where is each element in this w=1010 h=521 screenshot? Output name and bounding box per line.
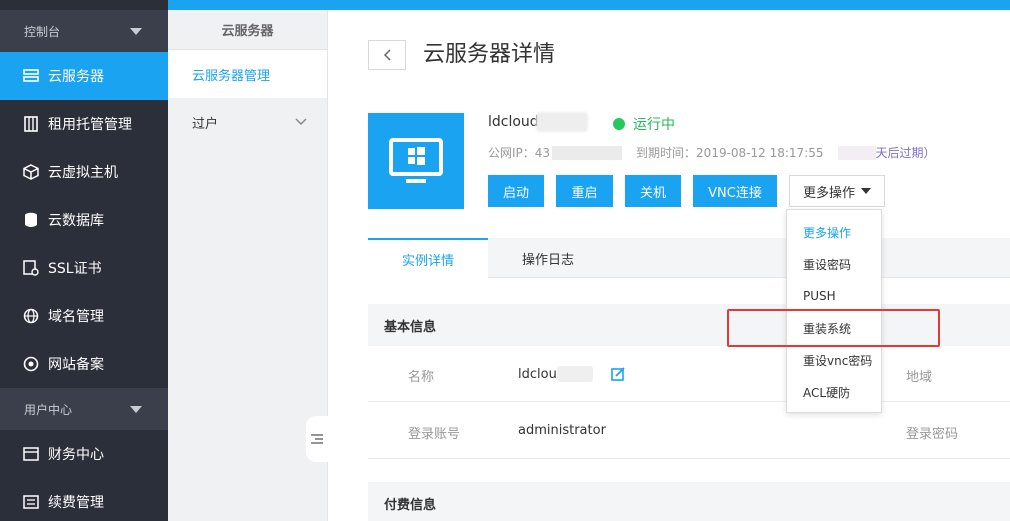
subnav-title: 云服务器	[168, 10, 327, 50]
cube-icon	[22, 163, 40, 181]
name-label: 名称	[408, 370, 435, 385]
nav-section-label: 用户中心	[24, 402, 73, 417]
server-name: ldcloud	[488, 114, 539, 130]
chevron-left-icon	[383, 49, 391, 61]
region-label: 地域	[906, 370, 933, 385]
page-title: 云服务器详情	[423, 42, 556, 67]
sidebar-item-ssl[interactable]: SSL证书	[0, 244, 168, 292]
sidebar-item-virtual-host[interactable]: 云虚拟主机	[0, 148, 168, 196]
password-label: 登录密码	[906, 427, 959, 442]
windows-monitor-icon	[389, 138, 443, 183]
subnav-item-label: 过户	[192, 116, 219, 132]
redacted-area	[552, 145, 623, 160]
tab-instance-details[interactable]: 实例详情	[368, 238, 488, 278]
sidebar-item-domain[interactable]: 域名管理	[0, 292, 168, 340]
dropdown-item-more-actions[interactable]: 更多操作	[787, 216, 881, 248]
finance-icon	[22, 445, 40, 463]
status-badge: 运行中	[613, 114, 675, 134]
sidebar-item-label: 财务中心	[48, 447, 104, 463]
nav-section-console[interactable]: 控制台	[0, 10, 168, 52]
renew-icon	[22, 493, 40, 511]
chevron-down-icon	[295, 118, 307, 126]
dropdown-item-acl-firewall[interactable]: ACL硬防	[787, 376, 881, 408]
main-content: 云服务器详情 ldcloud 运行中 公网IP：43 到期时间：2019-08-…	[328, 10, 1010, 521]
more-actions-label: 更多操作	[802, 185, 855, 201]
restart-button[interactable]: 重启	[556, 175, 613, 207]
certificate-icon	[22, 259, 40, 277]
account-value: administrator	[518, 423, 606, 438]
top-strip-left	[0, 0, 168, 10]
info-row-account: 登录账号 administrator 登录密码	[368, 403, 1010, 459]
subnav-item-transfer[interactable]: 过户	[168, 98, 327, 146]
record-icon	[22, 355, 40, 373]
sidebar-item-label: 租用托管管理	[48, 117, 132, 133]
server-meta: 公网IP：43 到期时间：2019-08-12 18:17:55 天后过期）	[488, 144, 936, 161]
more-actions-button[interactable]: 更多操作	[789, 175, 885, 207]
sidebar-collapse-handle[interactable]	[306, 416, 328, 462]
sidebar-item-label: 网站备案	[48, 357, 104, 373]
expire-label: 到期时间：2019-08-12 18:17:55	[636, 146, 824, 160]
expire-hint: 天后过期）	[875, 146, 936, 160]
database-icon	[22, 211, 40, 229]
info-row-name: 名称 ldclou 地域	[368, 346, 1010, 402]
sidebar-item-renewal[interactable]: 续费管理	[0, 478, 168, 521]
nav-section-user-center[interactable]: 用户中心	[0, 388, 168, 430]
vnc-connect-button[interactable]: VNC连接	[693, 175, 777, 207]
edit-icon[interactable]	[611, 367, 625, 381]
status-dot	[613, 118, 625, 130]
sidebar-item-database[interactable]: 云数据库	[0, 196, 168, 244]
sidebar-item-label: 云虚拟主机	[48, 165, 118, 181]
sidebar-item-hosting[interactable]: 租用托管管理	[0, 100, 168, 148]
name-value-wrap: ldclou	[518, 366, 625, 382]
ip-label: 公网IP：43	[488, 146, 551, 160]
account-label: 登录账号	[408, 427, 461, 442]
caret-down-icon	[130, 405, 142, 413]
start-button[interactable]: 启动	[488, 175, 544, 207]
sub-sidebar: 云服务器 云服务器管理 过户	[168, 10, 328, 521]
globe-icon	[22, 307, 40, 325]
dropdown-item-reset-password[interactable]: 重设密码	[787, 248, 881, 280]
sidebar-item-label: 域名管理	[48, 309, 104, 325]
sidebar-item-label: 云服务器	[48, 69, 104, 85]
billing-info-header: 付费信息	[368, 482, 1010, 521]
status-text: 运行中	[633, 117, 675, 133]
sidebar-item-finance[interactable]: 财务中心	[0, 430, 168, 478]
sidebar-item-icp-record[interactable]: 网站备案	[0, 340, 168, 388]
menu-collapse-icon	[311, 434, 323, 444]
dropdown-item-reset-vnc-password[interactable]: 重设vnc密码	[787, 344, 881, 376]
back-button[interactable]	[368, 40, 406, 70]
highlight-box	[727, 309, 940, 347]
sidebar-item-label: SSL证书	[48, 261, 102, 277]
nav-section-label: 控制台	[24, 24, 61, 39]
main-sidebar: 控制台 云服务器 租用托管管理 云虚拟主机 云数据库 SSL证书 域名管理 网站…	[0, 10, 168, 521]
redacted-area	[556, 366, 593, 382]
sidebar-item-label: 续费管理	[48, 495, 104, 511]
detail-tabs: 实例详情 操作日志	[368, 238, 1010, 278]
redacted-area	[536, 112, 588, 132]
redacted-area	[837, 145, 876, 160]
name-value: ldclou	[518, 366, 557, 382]
tab-operation-log[interactable]: 操作日志	[488, 238, 608, 278]
server-list-icon	[22, 67, 40, 85]
sidebar-item-cloud-server[interactable]: 云服务器	[0, 52, 168, 100]
subnav-item-label: 云服务器管理	[192, 68, 271, 84]
dropdown-item-push[interactable]: PUSH	[787, 280, 881, 312]
server-thumbnail	[368, 113, 464, 209]
caret-down-icon	[130, 27, 142, 35]
action-toolbar: 启动 重启 关机 VNC连接 更多操作	[488, 175, 885, 207]
top-strip	[168, 0, 1010, 10]
hosting-icon	[22, 115, 40, 133]
shutdown-button[interactable]: 关机	[625, 175, 681, 207]
subnav-item-server-management[interactable]: 云服务器管理	[168, 50, 327, 98]
caret-down-icon	[861, 188, 871, 194]
sidebar-item-label: 云数据库	[48, 213, 104, 229]
